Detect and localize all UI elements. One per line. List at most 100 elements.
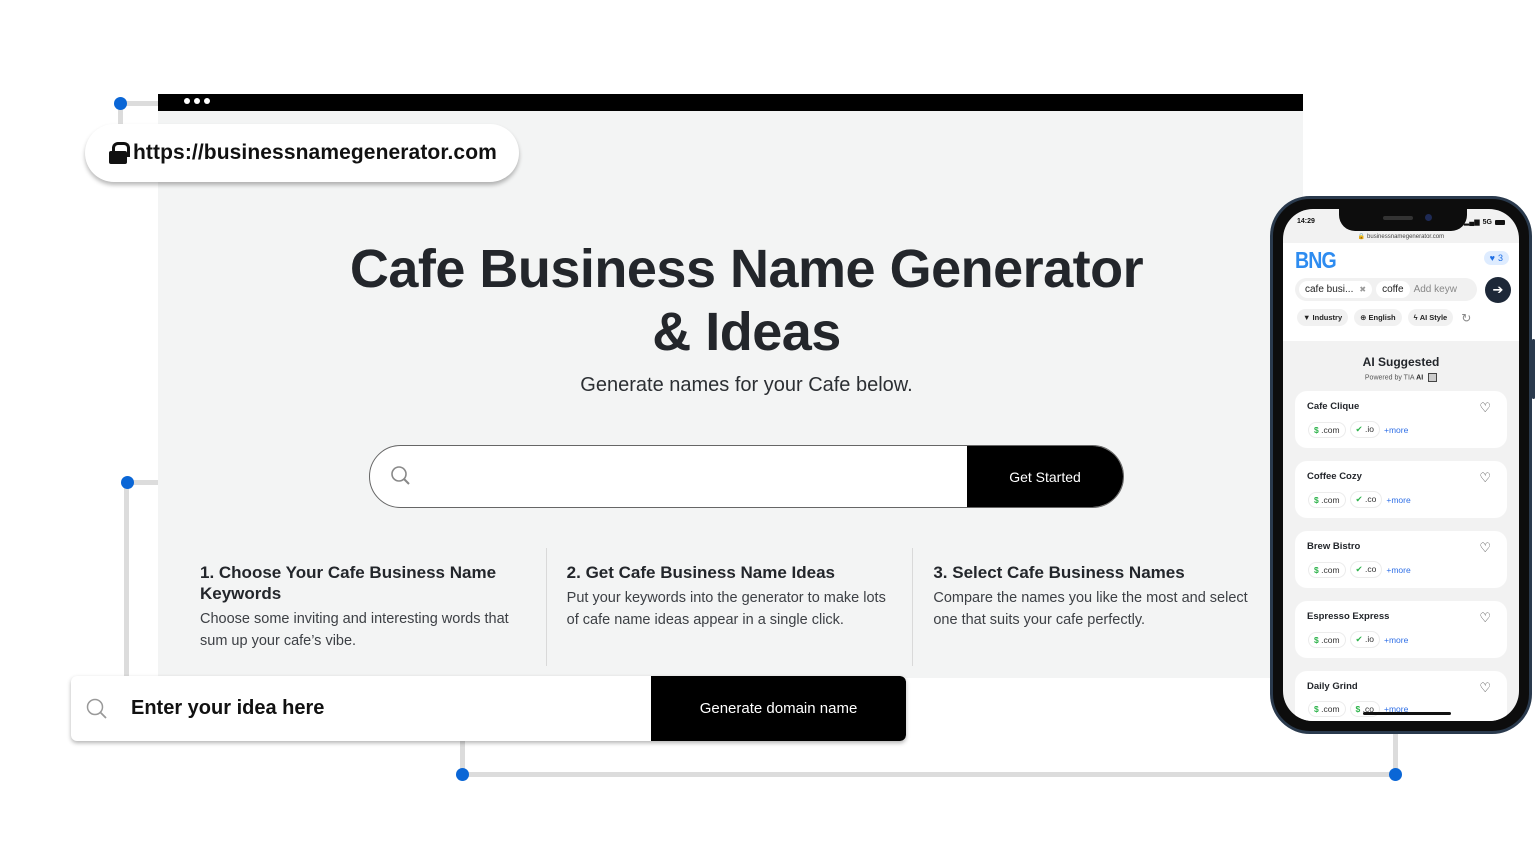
domain-tag[interactable]: ✔ .io <box>1349 631 1381 648</box>
heart-outline-icon[interactable]: ♡ <box>1479 610 1491 626</box>
result-name: Daily Grind <box>1307 681 1358 692</box>
filter-ai-style[interactable]: ϟ AI Style <box>1407 309 1454 326</box>
remove-icon[interactable]: ✖ <box>1359 285 1366 294</box>
globe-icon: ⊕ <box>1360 313 1367 322</box>
domain-tag[interactable]: $ .com <box>1308 701 1346 717</box>
step-card: 1. Choose Your Cafe Business Name Keywor… <box>180 548 547 666</box>
lightning-icon: ϟ <box>1413 313 1418 322</box>
lock-icon: 🔒 <box>1357 234 1366 240</box>
search-icon <box>391 466 410 485</box>
more-link[interactable]: +more <box>1384 635 1408 645</box>
powered-by-ai: AI <box>1416 374 1424 382</box>
heart-outline-icon[interactable]: ♡ <box>1479 400 1491 416</box>
keyword-chip[interactable]: cafe busi... ✖ <box>1299 281 1373 298</box>
keyword-chip[interactable]: coffe <box>1376 281 1410 298</box>
bng-logo[interactable]: BNG <box>1295 247 1337 274</box>
filter-language[interactable]: ⊕ English <box>1354 309 1402 326</box>
keyword-chip-label: cafe busi... <box>1305 284 1354 295</box>
arrow-right-icon: ➔ <box>1492 282 1504 297</box>
step-description: Put your keywords into the generator to … <box>566 590 886 628</box>
domain-tag[interactable]: $ .com <box>1308 631 1346 648</box>
heart-outline-icon[interactable]: ♡ <box>1479 540 1491 556</box>
result-name: Coffee Cozy <box>1307 471 1362 482</box>
filter-label: English <box>1368 313 1396 322</box>
title-line-2: & Ideas <box>652 302 841 362</box>
section-title: AI Suggested <box>1362 355 1440 369</box>
domain-tag[interactable]: $ .com <box>1308 561 1346 578</box>
domain-tag[interactable]: $ .com <box>1308 491 1346 508</box>
phone-notch <box>1339 209 1467 231</box>
step-title: 3. Select Cafe Business Names <box>933 563 1185 582</box>
heart-outline-icon[interactable]: ♡ <box>1479 470 1491 486</box>
more-link[interactable]: +more <box>1386 565 1410 575</box>
domain-ext: .com <box>1321 704 1340 714</box>
powered-by-label: Powered by TIA AI <box>1283 373 1519 382</box>
result-card[interactable]: Coffee Cozy ♡ $ .com ✔ .co +more <box>1295 461 1507 518</box>
filter-label: Industry <box>1312 313 1343 322</box>
domain-tag[interactable]: ✔ .co <box>1349 491 1383 508</box>
network-label: 5G <box>1482 218 1492 226</box>
idea-input[interactable]: Enter your idea here <box>71 676 651 741</box>
step-title: 2. Get Cafe Business Name Ideas <box>566 563 836 582</box>
keyword-chips-input[interactable]: cafe busi... ✖ coffe Add keyw <box>1295 278 1477 301</box>
add-keyword-placeholder: Add keyw <box>1413 284 1457 295</box>
submit-arrow-button[interactable]: ➔ <box>1485 277 1511 303</box>
step-description: Choose some inviting and interesting wor… <box>200 611 509 649</box>
domain-search-bar: Enter your idea here Generate domain nam… <box>71 676 906 741</box>
refresh-icon[interactable]: ↻ <box>1461 311 1471 325</box>
app-header: BNG ♥ 3 cafe busi... ✖ coffe Add keyw ➔ … <box>1283 243 1519 341</box>
generate-domain-button[interactable]: Generate domain name <box>651 676 906 741</box>
connector-dot <box>121 476 134 489</box>
step-title: 1. Choose Your Cafe Business Name Keywor… <box>200 563 497 603</box>
phone-side-button <box>1532 339 1535 399</box>
check-icon: ✔ <box>1355 494 1363 504</box>
result-card[interactable]: Espresso Express ♡ $ .com ✔ .io +more <box>1295 601 1507 658</box>
dollar-icon: $ <box>1314 424 1319 435</box>
check-icon: ✔ <box>1355 634 1363 644</box>
window-dots <box>184 98 210 104</box>
domain-tag[interactable]: ✔ .co <box>1349 561 1383 578</box>
filter-industry[interactable]: ▼ Industry <box>1297 309 1349 326</box>
domain-ext: .com <box>1321 494 1340 505</box>
step-description: Compare the names you like the most and … <box>933 590 1248 628</box>
favorites-badge[interactable]: ♥ 3 <box>1483 251 1509 265</box>
url-bar[interactable]: https://businessnamegenerator.com <box>85 124 519 182</box>
steps-section: 1. Choose Your Cafe Business Name Keywor… <box>180 548 1280 666</box>
lock-icon <box>109 142 130 164</box>
connector-dot <box>456 768 469 781</box>
dollar-icon: $ <box>1314 494 1319 505</box>
dollar-icon: $ <box>1314 634 1319 645</box>
keyword-search-bar: Get Started <box>369 445 1124 508</box>
get-started-button[interactable]: Get Started <box>967 446 1123 507</box>
search-icon <box>86 698 107 719</box>
domain-ext: .com <box>1321 564 1340 575</box>
cpu-chip-icon <box>1428 373 1438 382</box>
filter-label: AI Style <box>1419 313 1448 322</box>
home-indicator <box>1363 712 1451 715</box>
heart-outline-icon[interactable]: ♡ <box>1479 680 1491 696</box>
connector-dot <box>114 97 127 110</box>
domain-ext: .co <box>1365 494 1377 504</box>
keyword-chip-label: coffe <box>1382 284 1404 295</box>
battery-icon <box>1495 219 1505 225</box>
more-link[interactable]: +more <box>1386 495 1410 505</box>
result-name: Brew Bistro <box>1307 541 1361 552</box>
result-card[interactable]: Brew Bistro ♡ $ .com ✔ .co +more <box>1295 531 1507 588</box>
status-time: 14:29 <box>1297 218 1315 225</box>
keyword-input[interactable] <box>370 446 967 507</box>
heart-icon: ♥ <box>1489 253 1495 263</box>
page-title: Cafe Business Name Generator & Ideas <box>300 238 1193 364</box>
idea-input-placeholder: Enter your idea here <box>131 697 325 719</box>
result-card[interactable]: Cafe Clique ♡ $ .com ✔ .io +more <box>1295 391 1507 448</box>
connector-line <box>124 482 129 678</box>
domain-ext: .io <box>1365 634 1375 644</box>
step-card: 3. Select Cafe Business Names Compare th… <box>913 548 1280 666</box>
domain-tag[interactable]: ✔ .io <box>1349 421 1381 438</box>
phone-mockup: 14:29 ▂▄▆ 5G 🔒 businessnamegenerator.com… <box>1270 196 1535 734</box>
domain-tag[interactable]: $ .com <box>1308 421 1346 438</box>
result-name: Cafe Clique <box>1307 401 1360 412</box>
result-name: Espresso Express <box>1307 611 1390 622</box>
more-link[interactable]: +more <box>1384 425 1408 435</box>
mobile-address-bar[interactable]: 🔒 businessnamegenerator.com <box>1283 233 1519 240</box>
dollar-icon: $ <box>1314 564 1319 575</box>
